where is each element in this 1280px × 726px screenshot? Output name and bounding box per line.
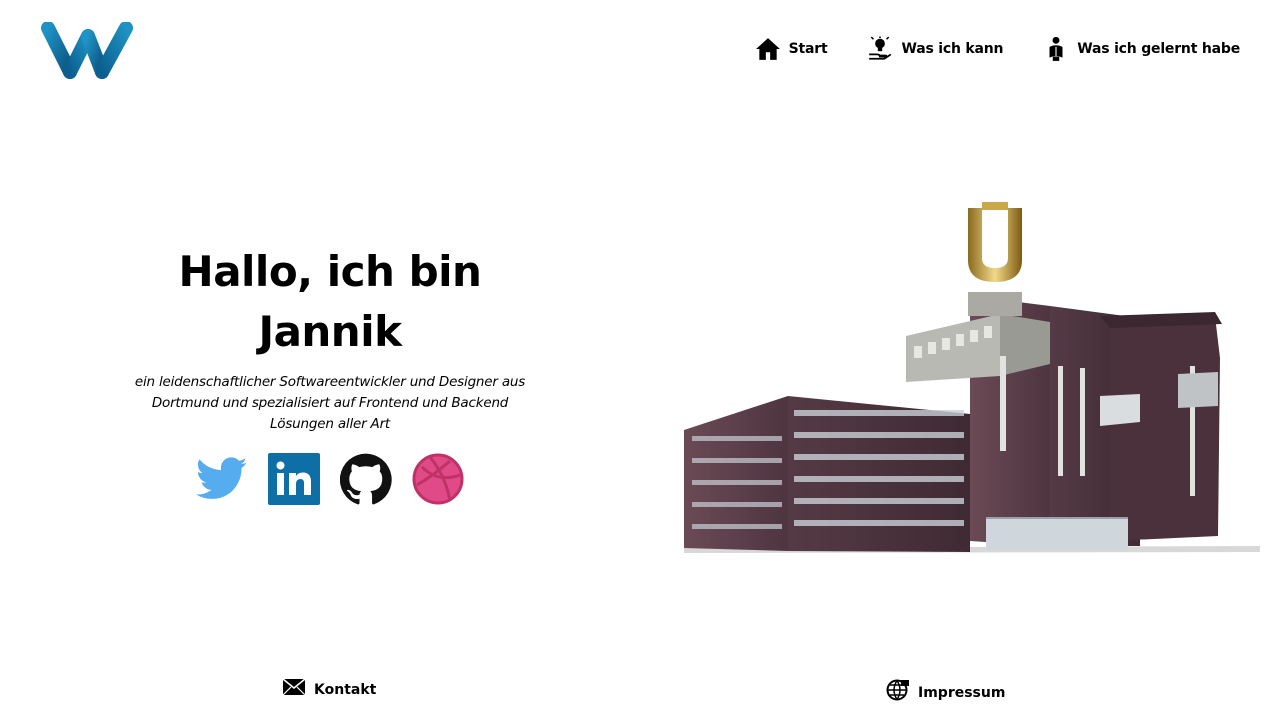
nav-item-skills[interactable]: Was ich kann <box>867 36 1003 62</box>
envelope-icon <box>282 678 306 701</box>
nav-label-learned: Was ich gelernt habe <box>1077 41 1240 57</box>
main-nav: Start Was ich kann Was ich gelernt habe <box>755 36 1240 62</box>
home-icon <box>755 36 781 62</box>
footer-imprint-label: Impressum <box>918 684 1006 701</box>
nav-label-start: Start <box>788 41 828 57</box>
lightbulb-hand-icon <box>867 36 893 62</box>
twitter-link[interactable] <box>196 453 248 505</box>
globe-icon <box>886 678 910 707</box>
linkedin-link[interactable] <box>268 453 320 505</box>
hero-section: Hallo, ich bin Jannik ein leidenschaftli… <box>120 242 540 505</box>
title-line-1: Hallo, ich bin <box>178 247 482 296</box>
title-line-2: Jannik <box>258 307 402 356</box>
footer-contact-link[interactable]: Kontakt <box>282 678 376 701</box>
footer-imprint-link[interactable]: Impressum <box>886 678 1005 707</box>
nav-item-start[interactable]: Start <box>755 36 828 62</box>
hero-subtitle: ein leidenschaftlicher Softwareentwickle… <box>134 374 526 432</box>
nav-item-learned[interactable]: Was ich gelernt habe <box>1043 36 1240 62</box>
page-title: Hallo, ich bin Jannik <box>120 242 540 362</box>
github-link[interactable] <box>340 453 392 505</box>
twitter-icon <box>196 457 248 499</box>
dortmunder-u-illustration <box>670 196 1270 566</box>
social-links <box>120 453 540 505</box>
footer-contact-label: Kontakt <box>314 681 377 698</box>
logo-w-icon <box>41 21 133 79</box>
reading-person-icon <box>1043 36 1069 62</box>
dribbble-link[interactable] <box>412 453 464 505</box>
dribbble-icon <box>412 453 464 505</box>
linkedin-icon <box>268 453 320 505</box>
nav-label-skills: Was ich kann <box>901 41 1004 57</box>
brand-logo[interactable] <box>40 21 136 80</box>
github-icon <box>340 453 392 505</box>
